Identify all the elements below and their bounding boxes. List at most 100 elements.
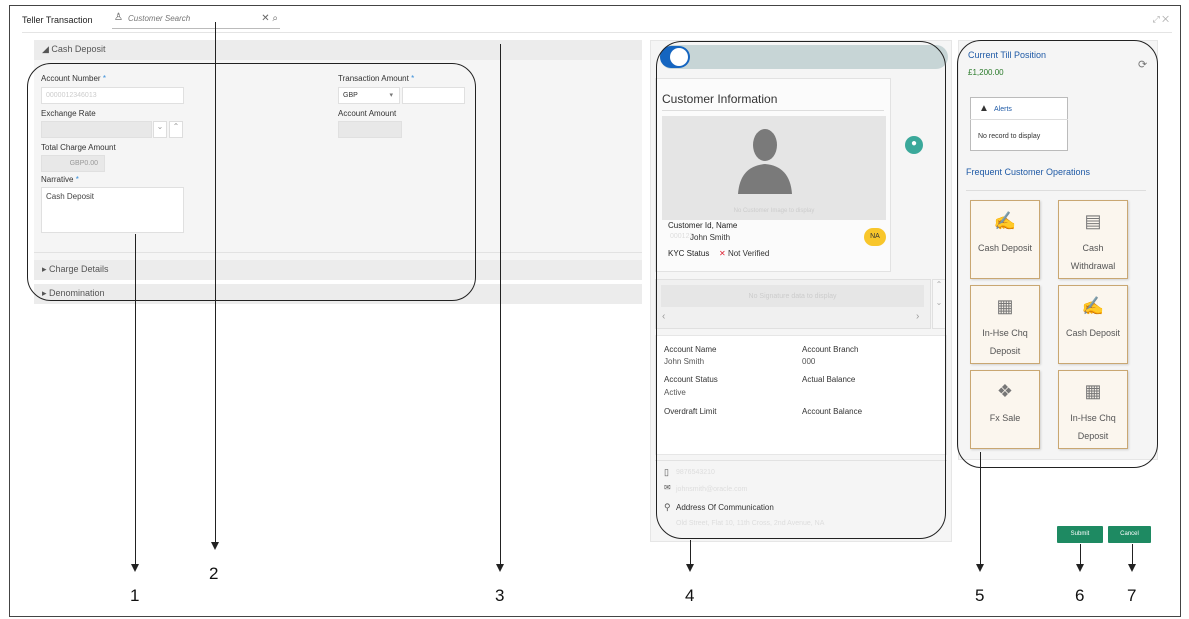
callout-arrow-1 bbox=[131, 564, 139, 572]
cash-hand-icon: ✍ bbox=[993, 211, 1017, 231]
account-status-label: Account Status bbox=[664, 375, 718, 384]
frequent-ops-title: Frequent Customer Operations bbox=[966, 167, 1091, 177]
callout-line-5 bbox=[980, 452, 982, 564]
card-divider bbox=[662, 110, 884, 111]
cancel-button[interactable]: Cancel bbox=[1108, 526, 1151, 543]
chevron-down-icon[interactable]: ⌄ bbox=[153, 121, 167, 138]
customer-toggle[interactable] bbox=[660, 46, 690, 68]
till-position-value: £1,200.00 bbox=[968, 68, 1004, 77]
account-name-label: Account Name bbox=[664, 345, 717, 354]
contact-divider bbox=[655, 460, 947, 461]
customer-search-input[interactable] bbox=[128, 14, 258, 23]
fx-exchange-icon: ❖ bbox=[996, 381, 1014, 401]
no-image-text: No Customer Image to display bbox=[733, 208, 815, 214]
alerts-divider bbox=[970, 119, 1068, 120]
callout-number-3: 3 bbox=[495, 586, 505, 605]
kyc-status-value: ✕ Not Verified bbox=[719, 249, 770, 258]
email-value: johnsmith@oracle.com bbox=[676, 486, 748, 493]
overdraft-limit-label: Overdraft Limit bbox=[664, 407, 717, 416]
cash-hand-icon: ✍ bbox=[1081, 296, 1105, 316]
account-amount-field bbox=[338, 121, 402, 138]
scroll-right-icon[interactable]: › bbox=[916, 311, 919, 322]
customer-name: John Smith bbox=[690, 233, 731, 242]
section-title: Cash Deposit bbox=[51, 44, 106, 54]
customer-info-title: Customer Information bbox=[662, 92, 778, 106]
actual-balance-label: Actual Balance bbox=[802, 375, 856, 384]
account-status-value: Active bbox=[664, 388, 686, 397]
window-controls[interactable]: ⤢ ✕ bbox=[1152, 14, 1169, 25]
callout-number-2: 2 bbox=[209, 564, 219, 583]
signature-scrollbar[interactable]: ⌃ ⌄ bbox=[932, 279, 946, 329]
email-icon: ✉ bbox=[664, 483, 671, 492]
search-actions[interactable]: ✕ ⌕ bbox=[261, 13, 278, 24]
exchange-rate-field bbox=[41, 121, 152, 138]
account-balance-label: Account Balance bbox=[802, 407, 863, 416]
callout-arrow-4 bbox=[686, 564, 694, 572]
address-value: Old Street, Flat 10, 11th Cross, 2nd Ave… bbox=[676, 520, 825, 527]
submit-button[interactable]: Submit bbox=[1057, 526, 1103, 543]
callout-line-1 bbox=[135, 234, 137, 564]
callout-arrow-2 bbox=[211, 542, 219, 550]
callout-line-4 bbox=[690, 540, 692, 564]
account-amount-label: Account Amount bbox=[338, 109, 397, 118]
warning-icon: ▲ bbox=[979, 103, 989, 114]
alerts-empty: No record to display bbox=[978, 133, 1041, 140]
tile-cash-deposit[interactable]: ✍ Cash Deposit bbox=[970, 200, 1040, 279]
transaction-amount-field[interactable] bbox=[402, 87, 465, 104]
currency-select[interactable]: GBP ▾ bbox=[338, 87, 400, 104]
charge-details-title: Charge Details bbox=[49, 264, 109, 274]
kyc-badge: NA bbox=[864, 228, 886, 246]
refresh-icon[interactable]: ⟳ bbox=[1138, 58, 1147, 71]
address-label: Address Of Communication bbox=[676, 503, 774, 512]
tile-in-hse-chq-deposit-2[interactable]: ▦ In-Hse Chq Deposit bbox=[1058, 370, 1128, 449]
callout-line-3 bbox=[500, 44, 502, 564]
phone-value: 9876543210 bbox=[676, 469, 715, 476]
narrative-textarea[interactable]: Cash Deposit bbox=[41, 187, 184, 233]
tile-fx-sale[interactable]: ❖ Fx Sale bbox=[970, 370, 1040, 449]
callout-number-6: 6 bbox=[1075, 586, 1085, 605]
callout-number-5: 5 bbox=[975, 586, 985, 605]
account-name-value: John Smith bbox=[664, 357, 705, 366]
tile-cash-withdrawal[interactable]: ▤ Cash Withdrawal bbox=[1058, 200, 1128, 279]
panel-divider bbox=[34, 252, 642, 253]
charge-details-section[interactable]: ▸ Charge Details bbox=[34, 260, 642, 280]
chevron-up-icon[interactable]: ⌃ bbox=[169, 121, 183, 138]
tile-in-hse-chq-deposit[interactable]: ▦ In-Hse Chq Deposit bbox=[970, 285, 1040, 364]
callout-line-7 bbox=[1132, 544, 1134, 564]
customer-id-name-label: Customer Id, Name bbox=[668, 221, 738, 230]
denomination-section[interactable]: ▸ Denomination bbox=[34, 284, 642, 304]
callout-arrow-3 bbox=[496, 564, 504, 572]
total-charge-label: Total Charge Amount bbox=[41, 143, 116, 152]
toggle-track bbox=[660, 45, 948, 69]
account-number-label: Account Number * bbox=[41, 74, 106, 83]
clear-icon[interactable]: ✕ bbox=[261, 13, 269, 24]
person-silhouette-icon bbox=[738, 129, 792, 194]
narrative-label: Narrative * bbox=[41, 175, 79, 184]
denomination-title: Denomination bbox=[49, 288, 105, 298]
phone-icon: ▯ bbox=[664, 467, 669, 477]
callout-line-2 bbox=[215, 22, 217, 542]
header-divider bbox=[22, 32, 1172, 33]
search-icon[interactable]: ⌕ bbox=[272, 13, 278, 24]
atm-icon: ▤ bbox=[1084, 211, 1102, 231]
cheque-icon: ▦ bbox=[1084, 381, 1102, 401]
callout-number-7: 7 bbox=[1127, 586, 1137, 605]
customer-search-box[interactable]: ♙ ✕ ⌕ bbox=[112, 11, 280, 29]
exchange-rate-label: Exchange Rate bbox=[41, 109, 96, 118]
scroll-left-icon[interactable]: ‹ bbox=[662, 311, 665, 322]
alerts-title: Alerts bbox=[994, 106, 1012, 113]
account-branch-label: Account Branch bbox=[802, 345, 859, 354]
cash-deposit-section-header[interactable]: ◢ Cash Deposit bbox=[34, 40, 642, 60]
account-branch-value: 000 bbox=[802, 357, 816, 366]
callout-number-1: 1 bbox=[130, 586, 140, 605]
microphone-icon[interactable]: ● bbox=[905, 136, 923, 154]
callout-number-4: 4 bbox=[685, 586, 695, 605]
cheque-icon: ▦ bbox=[996, 296, 1014, 316]
tile-cash-deposit-2[interactable]: ✍ Cash Deposit bbox=[1058, 285, 1128, 364]
location-pin-icon: ⚲ bbox=[664, 502, 671, 512]
transaction-amount-label: Transaction Amount * bbox=[338, 74, 415, 83]
callout-arrow-7 bbox=[1128, 564, 1136, 572]
callout-arrow-5 bbox=[976, 564, 984, 572]
account-number-field[interactable]: 0000012346013 bbox=[41, 87, 184, 104]
till-position-title: Current Till Position bbox=[968, 50, 1047, 60]
